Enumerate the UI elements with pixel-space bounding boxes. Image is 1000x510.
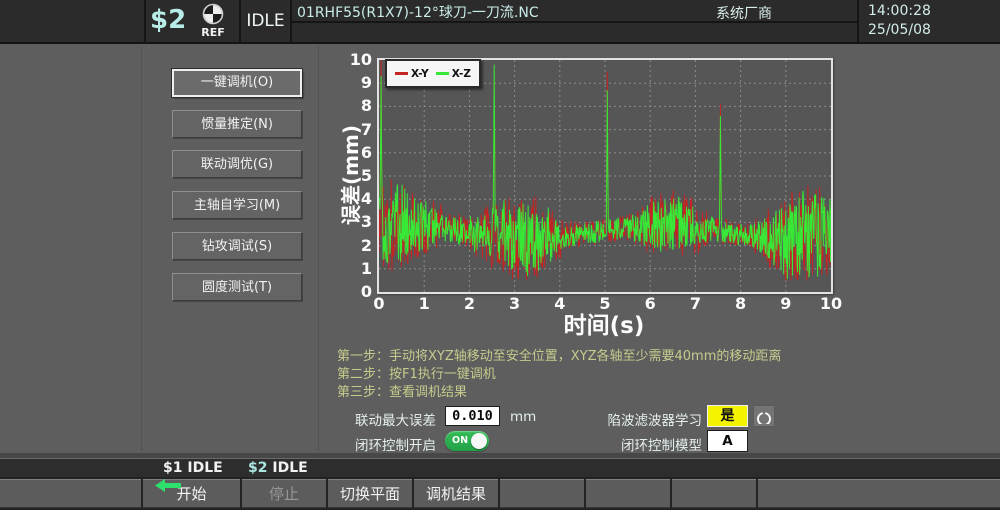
- chart-legend: X-Y X-Z: [385, 59, 481, 88]
- back-arrow-icon: [155, 479, 181, 492]
- instruction-step-2: 第二步：按F1执行一键调机: [337, 363, 496, 382]
- legend-label-xy: X-Y: [411, 68, 429, 80]
- x-tick-1: 1: [411, 294, 437, 313]
- topbar-divider: [857, 0, 859, 42]
- vendor-label: 系统厂商: [620, 3, 772, 23]
- softkey-empty-1: [500, 479, 584, 508]
- softkey-empty-right: [758, 479, 1000, 508]
- closed-loop-label: 闭环控制开启: [336, 434, 436, 454]
- toggle-on-label: ON: [452, 431, 468, 451]
- y-axis-label: 误差(mm): [335, 105, 359, 245]
- plot-grid: [379, 60, 831, 292]
- sidebar-item-roundness-test[interactable]: 圆度测试(T): [172, 273, 302, 301]
- legend-item-xy: X-Y: [395, 68, 429, 80]
- model-label: 闭环控制模型: [602, 434, 702, 454]
- max-error-input[interactable]: 0.010: [445, 406, 500, 426]
- channel1-status: $1 IDLE: [163, 460, 223, 476]
- instruction-step-1: 第一步：手动将XYZ轴移动至安全位置，XYZ各轴至少需要40mm的移动距离: [337, 345, 781, 364]
- cycle-icon: [756, 408, 772, 424]
- legend-item-xz: X-Z: [436, 68, 471, 80]
- x-tick-2: 2: [456, 294, 482, 313]
- sidebar-item-inertia-estimation[interactable]: 惯量推定(N): [172, 110, 302, 138]
- status-bar: $1 IDLE $2 IDLE: [0, 458, 1000, 477]
- softkey-stop[interactable]: 停止: [242, 479, 326, 508]
- clock-date: 25/05/08: [868, 22, 931, 38]
- chart-canvas: [379, 60, 831, 292]
- topbar-divider: [144, 0, 146, 42]
- legend-label-xz: X-Z: [452, 68, 471, 80]
- x-tick-3: 3: [502, 294, 528, 313]
- panel-divider: [141, 46, 142, 451]
- clock-time: 14:00:28: [868, 3, 931, 19]
- model-value[interactable]: A: [707, 430, 748, 452]
- notch-filter-value[interactable]: 是: [707, 405, 748, 427]
- program-name: 01RHF55(R1X7)-12°球刀-一刀流.NC: [297, 2, 539, 22]
- softkey-bar: 开始停止切换平面调机结果: [0, 477, 1000, 510]
- max-error-unit: mm: [510, 409, 536, 425]
- mode-label: IDLE: [241, 0, 290, 42]
- softkey-empty-2: [586, 479, 670, 508]
- chart-plot: [377, 58, 833, 294]
- softkey-tuning-result[interactable]: 调机结果: [414, 479, 498, 508]
- toggle-knob: [471, 433, 487, 449]
- softkey-switch-plane[interactable]: 切换平面: [328, 479, 412, 508]
- x-axis-label: 时间(s): [544, 306, 664, 340]
- x-tick-7: 7: [682, 294, 708, 313]
- x-tick-8: 8: [728, 294, 754, 313]
- x-tick-9: 9: [773, 294, 799, 313]
- y-tick-0: 0: [338, 282, 372, 301]
- instruction-step-3: 第三步：查看调机结果: [337, 381, 467, 400]
- softkey-empty-left: [0, 479, 141, 508]
- y-tick-1: 1: [338, 259, 372, 278]
- sidebar-item-spindle-self-learning[interactable]: 主轴自学习(M): [172, 191, 302, 219]
- ref-label: REF: [196, 26, 230, 39]
- notch-filter-label: 陷波滤波器学习: [602, 409, 702, 429]
- legend-swatch-xz: [436, 72, 449, 75]
- channel-label: $2: [150, 5, 186, 35]
- screen: $2 REF IDLE 01RHF55(R1X7)-12°球刀-一刀流.NC 系…: [0, 0, 1000, 510]
- max-error-label: 联动最大误差: [336, 409, 436, 429]
- panel-divider: [318, 46, 319, 451]
- softkey-empty-3: [672, 479, 756, 508]
- cycle-button[interactable]: [753, 405, 775, 427]
- sidebar-item-linkage-tuning[interactable]: 联动调优(G): [172, 150, 302, 178]
- sidebar-item-one-key-tuning[interactable]: 一键调机(O): [172, 69, 302, 97]
- x-tick-10: 10: [818, 294, 844, 313]
- top-bar: $2 REF IDLE 01RHF55(R1X7)-12°球刀-一刀流.NC 系…: [0, 0, 1000, 44]
- closed-loop-toggle[interactable]: ON: [445, 431, 489, 451]
- sidebar-item-drill-tap-debug[interactable]: 钻攻调试(S): [172, 232, 302, 260]
- y-tick-10: 10: [338, 50, 372, 69]
- y-tick-9: 9: [338, 73, 372, 92]
- channel2-status: $2 IDLE: [248, 460, 308, 476]
- legend-swatch-xy: [395, 72, 408, 75]
